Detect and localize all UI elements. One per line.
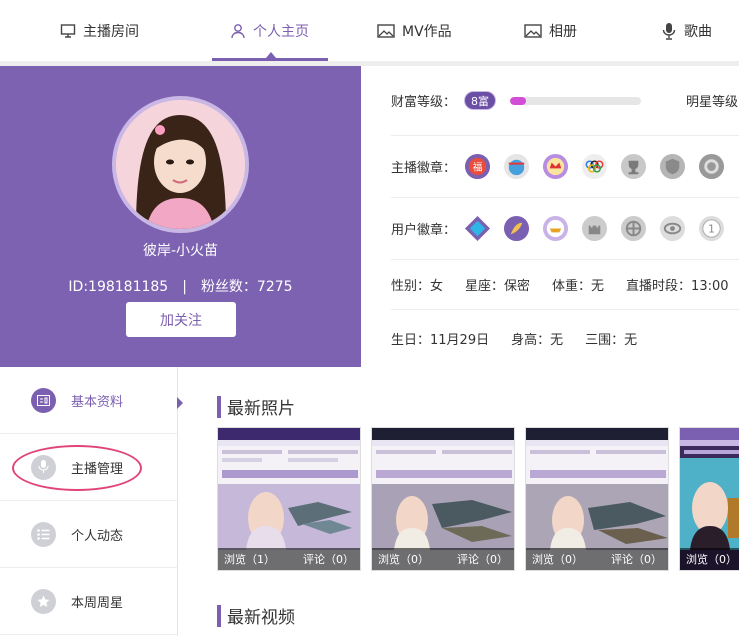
image-icon (524, 23, 542, 38)
menu-item-anchor-management[interactable]: 主播管理 (0, 434, 178, 501)
photo-thumbnail[interactable]: 浏览（0） 评论（0） (525, 427, 669, 571)
photo-views: 浏览（1） (224, 553, 275, 566)
photo-views: 浏览（0） (378, 553, 429, 566)
measurements: 三围：无 (585, 333, 638, 348)
star-level-label: 明星等级 (686, 95, 739, 110)
id-and-fans: ID:198181185 | 粉丝数：7275 (0, 276, 361, 296)
svg-text:福: 福 (473, 161, 483, 173)
title-accent-bar (217, 604, 221, 627)
menu-label: 主播管理 (71, 461, 124, 477)
wealth-level-badge: 8富 (464, 91, 497, 110)
user-medal-row: 用户徽章： 1 (391, 198, 739, 260)
shield-medal-icon[interactable] (659, 153, 686, 180)
fans-count: 粉丝数：7275 (200, 279, 293, 295)
constellation: 星座：保密 (465, 279, 531, 294)
gender: 性别：女 (391, 279, 444, 294)
list-icon (31, 521, 56, 547)
attributes-row-2: 生日：11月29日 身高：无 三围：无 (391, 310, 739, 367)
user-icon (231, 23, 245, 38)
profile-card: 彼岸-小火苗 ID:198181185 | 粉丝数：7275 加关注 (0, 66, 361, 367)
globe-medal-icon[interactable] (503, 153, 530, 180)
rings-medal-icon[interactable] (581, 153, 608, 180)
tab-anchor-room[interactable]: 主播房间 (60, 0, 139, 61)
username: 彼岸-小火苗 (142, 243, 219, 259)
photo-thumbnail[interactable]: 浏览（0） 评论（0） (371, 427, 515, 571)
info-panel: 财富等级： 8富 明星等级 主播徽章： 福 用户徽章： 1 性别：女 星座：保密… (361, 66, 739, 367)
flower-medal-icon[interactable] (620, 215, 647, 242)
live-time: 直播时段：13:00 (626, 279, 729, 294)
photo-views: 浏览（0） (532, 553, 583, 566)
videos-section-title: 最新视频 (217, 603, 295, 628)
tab-label: 主播房间 (83, 23, 139, 40)
wealth-level-label: 财富等级： (391, 95, 457, 110)
ingot-medal-icon[interactable] (542, 215, 569, 242)
photo-comments: 评论（0） (457, 553, 508, 566)
tab-label: 歌曲 (684, 23, 712, 40)
feather-medal-icon[interactable] (503, 215, 530, 242)
crown-medal-icon[interactable] (542, 153, 569, 180)
title-accent-bar (217, 395, 221, 418)
wealth-level-row: 财富等级： 8富 明星等级 (391, 66, 739, 136)
avatar-photo (116, 100, 245, 229)
anchor-medal-list: 福 (464, 153, 725, 180)
photos-title: 最新照片 (227, 399, 295, 419)
menu-item-personal-activity[interactable]: 个人动态 (0, 501, 178, 568)
menu-label: 本周周星 (71, 595, 124, 611)
photo-stats: 浏览（0） 评论（0） (526, 548, 668, 570)
trophy-medal-icon[interactable] (620, 153, 647, 180)
tab-songs[interactable]: 歌曲 (661, 0, 712, 61)
wealth-progress-bar (510, 96, 642, 105)
tab-album[interactable]: 相册 (524, 0, 577, 61)
microphone-icon (31, 454, 56, 480)
user-medal-list: 1 (464, 215, 725, 242)
user-medal-label: 用户徽章： (391, 223, 457, 238)
menu-item-weekly-star[interactable]: 本周周星 (0, 568, 178, 635)
photo-comments: 评论（0） (611, 553, 662, 566)
top-nav: 主播房间 个人主页 MV作品 相册 歌曲 (0, 0, 739, 66)
eye-medal-icon[interactable] (659, 215, 686, 242)
attributes-row-1: 性别：女 星座：保密 体重：无 直播时段：13:00 (391, 260, 739, 310)
photo-stats: 浏览（0） (680, 548, 739, 570)
tab-label: 相册 (549, 23, 577, 40)
weight: 体重：无 (552, 279, 605, 294)
tab-mv-works[interactable]: MV作品 (377, 0, 452, 61)
height: 身高：无 (511, 333, 564, 348)
active-tab-caret (266, 52, 276, 58)
menu-item-basic-info[interactable]: 基本资料 (0, 367, 183, 434)
monitor-icon (60, 23, 76, 38)
photo-thumbnail[interactable]: 浏览（1） 评论（0） (217, 427, 361, 571)
castle-medal-icon[interactable] (581, 215, 608, 242)
videos-title: 最新视频 (227, 608, 295, 628)
image-icon (377, 23, 395, 38)
side-menu: 基本资料 主播管理 个人动态 本周周星 (0, 367, 183, 636)
photo-thumbnail[interactable]: 浏览（0） (679, 427, 739, 571)
photo-gallery: 浏览（1） 评论（0） 浏览（0） 评论（0） 浏览（0） 评论（0） 浏览（0… (217, 427, 739, 571)
gear-medal-icon[interactable] (698, 153, 725, 180)
microphone-icon (662, 22, 676, 40)
wealth-progress-fill (510, 96, 526, 105)
active-menu-arrow (177, 397, 183, 409)
user-id: ID:198181185 (68, 279, 169, 295)
tab-label: 个人主页 (253, 23, 309, 40)
menu-label: 基本资料 (71, 394, 124, 410)
tab-label: MV作品 (402, 23, 452, 40)
follow-button[interactable]: 加关注 (126, 302, 236, 337)
photo-views: 浏览（0） (686, 553, 737, 566)
star-icon (31, 588, 56, 614)
separator: | (182, 279, 187, 295)
number-one-medal-icon[interactable]: 1 (698, 215, 725, 242)
anchor-medal-row: 主播徽章： 福 (391, 136, 739, 198)
anchor-medal-label: 主播徽章： (391, 161, 457, 176)
birthday: 生日：11月29日 (391, 333, 490, 348)
photo-stats: 浏览（0） 评论（0） (372, 548, 514, 570)
fortune-medal-icon[interactable]: 福 (464, 153, 491, 180)
svg-text:1: 1 (708, 223, 715, 235)
profile-card-icon (31, 387, 56, 413)
avatar[interactable] (112, 96, 249, 233)
diamond-medal-icon[interactable] (464, 215, 491, 242)
photos-section-title: 最新照片 (217, 394, 295, 419)
menu-label: 个人动态 (71, 528, 124, 544)
photo-stats: 浏览（1） 评论（0） (218, 548, 360, 570)
photo-comments: 评论（0） (303, 553, 354, 566)
